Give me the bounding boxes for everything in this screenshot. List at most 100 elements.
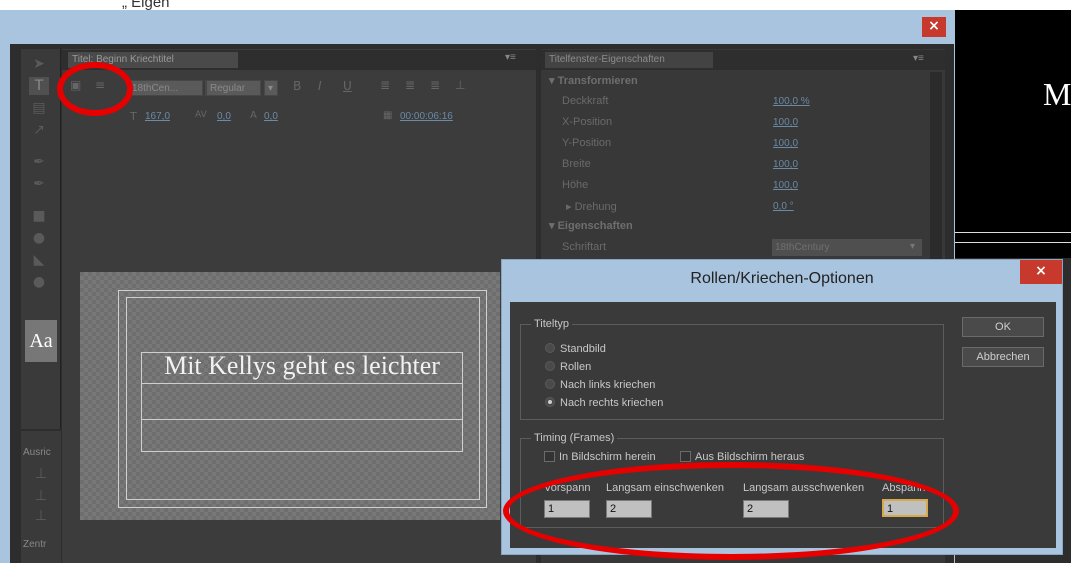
radio-label: Nach links kriechen <box>560 379 656 391</box>
canvas-title-text[interactable]: Mit Kellys geht es leichter <box>141 350 463 382</box>
radio-dot-selected <box>545 397 555 407</box>
bold-icon[interactable]: B <box>293 79 301 93</box>
radio-label: Rollen <box>560 361 592 373</box>
radio-dot <box>545 361 555 371</box>
radio-dot <box>545 379 555 389</box>
abspann-label: Abspann <box>882 482 926 494</box>
prop-value[interactable]: 100,0 % <box>773 96 810 107</box>
ease-out-input[interactable]: 2 <box>743 500 789 518</box>
align-left-icon[interactable]: ≣ <box>380 78 390 92</box>
align-center-icon[interactable]: ≣ <box>405 78 415 92</box>
kerning-value[interactable]: 0,0 <box>217 111 231 122</box>
radio-label: Nach rechts kriechen <box>560 397 664 409</box>
align-label: Ausric <box>23 447 51 458</box>
preview-line <box>955 232 1071 233</box>
font-size-value[interactable]: 167,0 <box>145 111 170 122</box>
prop-label[interactable]: ▸ Drehung <box>566 200 617 213</box>
path-type-tool-icon[interactable]: ↗ <box>29 121 49 139</box>
prop-value[interactable]: 0,0 ° <box>773 201 794 212</box>
checkbox-label: In Bildschirm herein <box>559 451 656 463</box>
title-panel-tab[interactable]: Titel: Beginn Kriechtitel <box>68 52 238 68</box>
transform-section-header[interactable]: ▾ Transformieren <box>549 74 638 87</box>
font-size-icon: T <box>130 110 137 123</box>
transform-section-label: Transformieren <box>557 75 638 87</box>
align-icon[interactable]: ⊥ <box>31 507 51 525</box>
title-tools-panel: ➤ T ▤ ↗ ✒ ✒ ■ ● ◣ ● Aa <box>21 49 61 429</box>
ellipse-tool-icon[interactable]: ● <box>29 273 49 291</box>
text-line-guide <box>142 419 462 420</box>
radio-rollen[interactable]: Rollen <box>545 361 591 373</box>
checkbox-in[interactable]: In Bildschirm herein <box>544 451 656 463</box>
text-line-guide <box>142 383 462 384</box>
title-type-group-label: Titeltyp <box>531 318 573 330</box>
properties-scrollbar[interactable] <box>930 72 942 272</box>
radio-crawl-left[interactable]: Nach links kriechen <box>545 379 655 391</box>
add-anchor-tool-icon[interactable]: ✒ <box>29 175 49 193</box>
pen-tool-icon[interactable]: ✒ <box>29 153 49 171</box>
timecode-value[interactable]: 00:00:06:16 <box>400 111 453 122</box>
prop-value[interactable]: 100,0 <box>773 138 798 149</box>
font-style-dropdown[interactable]: Regular <box>206 80 261 96</box>
prop-value[interactable]: 100,0 <box>773 117 798 128</box>
tab-icon[interactable]: ⊥ <box>455 78 465 92</box>
style-swatch-aa[interactable]: Aa <box>25 320 57 362</box>
area-type-tool-icon[interactable]: ▤ <box>29 99 49 117</box>
align-icon[interactable]: ⊥ <box>31 465 51 483</box>
ease-out-label: Langsam ausschwenken <box>743 482 865 494</box>
prop-value[interactable]: 100,0 <box>773 180 798 191</box>
cancel-button[interactable]: Abbrechen <box>962 347 1044 367</box>
title-panel-menu-icon[interactable]: ▾≡ <box>505 52 516 63</box>
timing-group-label: Timing (Frames) <box>531 432 618 444</box>
font-select[interactable]: 18thCentury <box>772 239 922 256</box>
font-label: Schriftart <box>562 241 607 253</box>
center-label: Zentr <box>23 539 47 550</box>
prop-label: Deckkraft <box>562 95 609 107</box>
checkbox-box <box>544 451 555 462</box>
ok-button[interactable]: OK <box>962 317 1044 337</box>
timecode-icon: ▦ <box>383 110 393 121</box>
leading-icon: A <box>250 110 257 121</box>
type-tool-icon[interactable]: T <box>29 77 49 95</box>
radio-dot <box>545 343 555 353</box>
radio-standbild[interactable]: Standbild <box>545 343 606 355</box>
vorspann-input[interactable]: 1 <box>544 500 590 518</box>
properties-section-header[interactable]: ▾ Eigenschaften <box>549 219 633 232</box>
radio-label: Standbild <box>560 343 606 355</box>
properties-section-label: Eigenschaften <box>557 220 633 232</box>
roll-crawl-options-icon[interactable]: ▣ <box>70 78 81 92</box>
chevron-down-icon[interactable]: ▾ <box>910 241 915 252</box>
checkbox-box <box>680 451 691 462</box>
rectangle-tool-icon[interactable]: ■ <box>29 207 49 225</box>
prop-label: Y-Position <box>562 137 612 149</box>
preview-line <box>955 242 1071 243</box>
underline-icon[interactable]: U <box>343 79 352 93</box>
prop-label: Höhe <box>562 179 589 191</box>
checkbox-out[interactable]: Aus Bildschirm heraus <box>680 451 804 463</box>
dialog-title: Rollen/Kriechen-Optionen <box>690 270 874 287</box>
leading-value[interactable]: 0,0 <box>264 111 278 122</box>
prop-label: X-Position <box>562 116 613 128</box>
align-icon[interactable]: ⊥ <box>31 487 51 505</box>
prop-label: Breite <box>562 158 591 170</box>
tab-stops-icon[interactable]: ≡ <box>95 78 105 92</box>
properties-menu-icon[interactable]: ▾≡ <box>913 53 924 64</box>
properties-panel-tab[interactable]: Titelfenster-Eigenschaften <box>545 52 713 68</box>
rounded-rectangle-tool-icon[interactable]: ● <box>29 229 49 247</box>
align-right-icon[interactable]: ≣ <box>430 78 440 92</box>
font-style-arrow-icon[interactable]: ▾ <box>264 80 278 96</box>
align-panel: Ausric ⊥ ⊥ ⊥ Zentr <box>21 431 61 563</box>
ease-in-input[interactable]: 2 <box>606 500 652 518</box>
dialog-close-button[interactable]: × <box>1020 260 1062 284</box>
window-close-button[interactable]: × <box>922 17 946 37</box>
kerning-icon: AV <box>195 110 207 120</box>
vorspann-label: Vorspann <box>544 482 591 494</box>
abspann-input[interactable]: 1 <box>882 499 928 517</box>
selection-tool-icon[interactable]: ➤ <box>29 55 49 73</box>
italic-icon[interactable]: I <box>318 79 322 93</box>
font-family-dropdown[interactable]: 18thCen... <box>128 80 203 96</box>
ease-in-label: Langsam einschwenken <box>606 482 725 494</box>
checkbox-label: Aus Bildschirm heraus <box>695 451 805 463</box>
prop-value[interactable]: 100,0 <box>773 159 798 170</box>
clipped-corner-tool-icon[interactable]: ◣ <box>29 251 49 269</box>
radio-crawl-right[interactable]: Nach rechts kriechen <box>545 397 663 409</box>
